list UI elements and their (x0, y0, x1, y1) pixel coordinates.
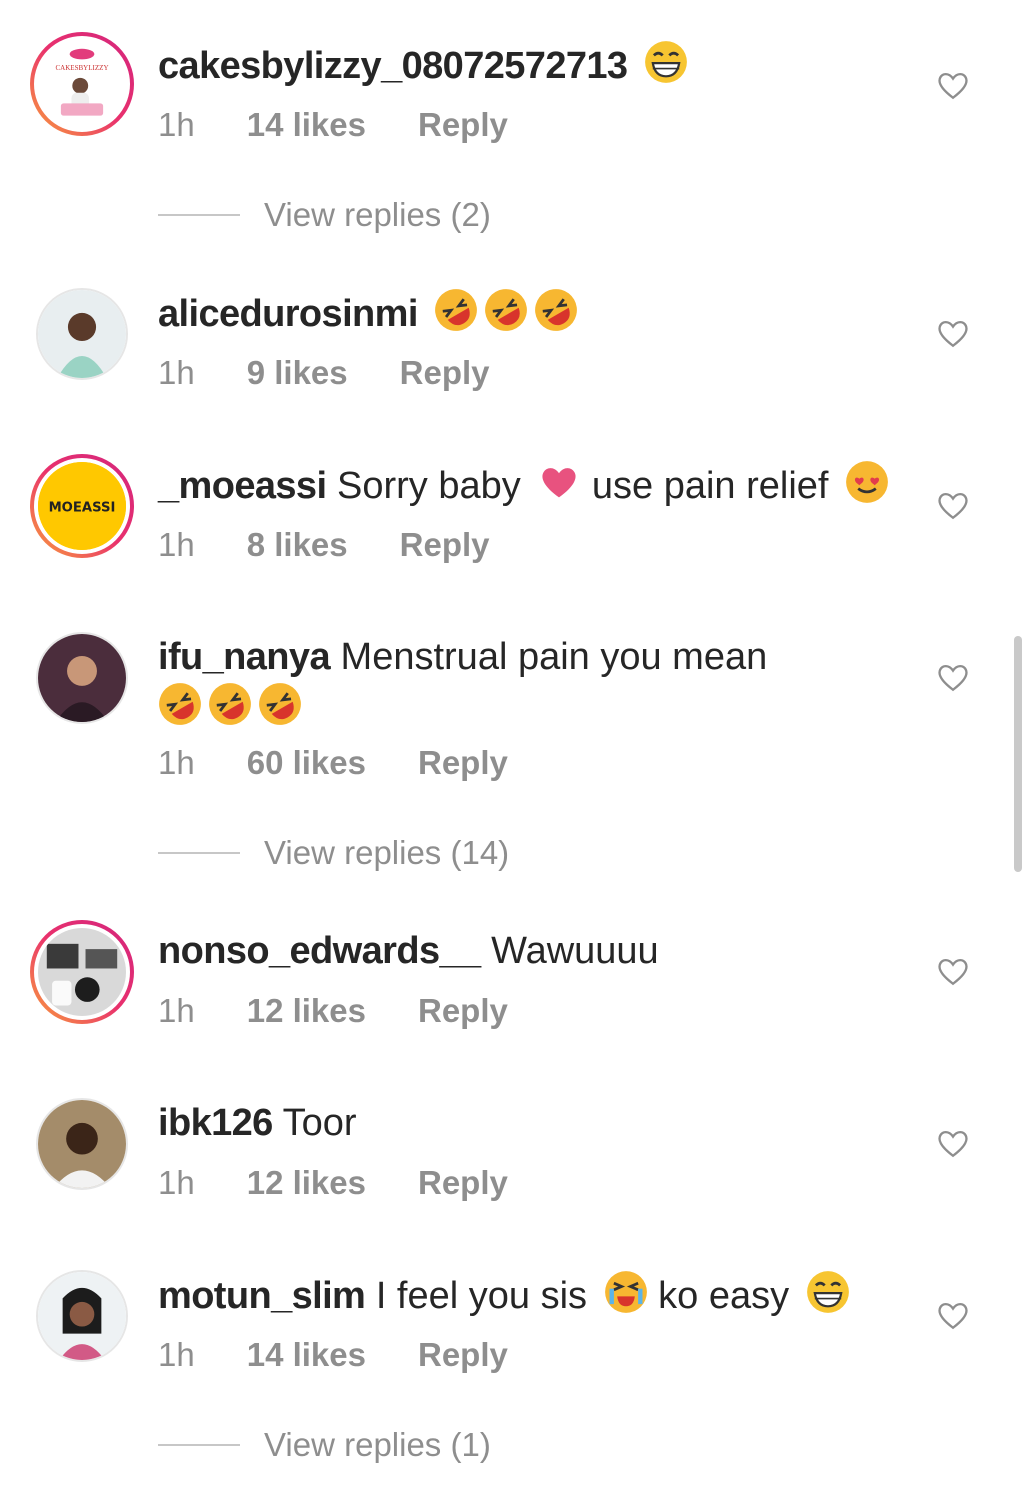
avatar[interactable] (36, 288, 128, 380)
grin-emoji-icon (806, 1271, 849, 1313)
avatar[interactable]: MOEASSI (30, 454, 134, 558)
view-replies-button[interactable]: View replies (1) (158, 1426, 491, 1464)
heart-outline-icon[interactable] (936, 488, 970, 522)
avatar[interactable] (36, 632, 128, 724)
reply-button[interactable]: Reply (400, 526, 490, 564)
likes-count[interactable]: 60 likes (247, 744, 366, 782)
reply-button[interactable]: Reply (418, 1164, 508, 1202)
comment-text: I feel you sis (375, 1275, 588, 1317)
comment-text: Menstrual pain you mean (340, 636, 768, 678)
comment-text-continued: ko easy (658, 1275, 790, 1317)
reply-button[interactable]: Reply (400, 354, 490, 392)
scrollbar[interactable] (1014, 636, 1022, 872)
avatar[interactable] (36, 1270, 128, 1362)
comment-text: Wawuuuu (491, 930, 659, 972)
comment-time: 1h (158, 1336, 195, 1373)
username[interactable]: _moeassi (158, 465, 327, 507)
username[interactable]: alicedurosinmi (158, 293, 418, 335)
reply-button[interactable]: Reply (418, 106, 508, 144)
username[interactable]: ifu_nanya (158, 636, 331, 678)
comment-text-continued: use pain relief (591, 465, 829, 507)
rofl-emoji-icon (435, 289, 478, 331)
heart-outline-icon[interactable] (936, 316, 970, 350)
avatar[interactable] (30, 920, 134, 1024)
svg-text:MOEASSI: MOEASSI (49, 500, 116, 515)
likes-count[interactable]: 12 likes (247, 1164, 366, 1202)
comment-time: 1h (158, 1164, 195, 1201)
avatar[interactable]: CAKESBYLIZZY (30, 32, 134, 136)
rofl-emoji-icon (535, 289, 578, 331)
comment-time: 1h (158, 744, 195, 781)
likes-count[interactable]: 14 likes (247, 106, 366, 144)
comment-time: 1h (158, 526, 195, 563)
rofl-emoji-icon (209, 683, 251, 725)
reply-button[interactable]: Reply (418, 1336, 508, 1374)
heart-outline-icon[interactable] (936, 1126, 970, 1160)
username[interactable]: cakesbylizzy_08072572713 (158, 45, 628, 87)
divider (158, 852, 240, 854)
heart-outline-icon[interactable] (936, 660, 970, 694)
comment-time: 1h (158, 992, 195, 1029)
username[interactable]: motun_slim (158, 1275, 366, 1317)
reply-button[interactable]: Reply (418, 744, 508, 782)
reply-button[interactable]: Reply (418, 992, 508, 1030)
divider (158, 1444, 240, 1446)
comment-text: Toor (282, 1102, 357, 1144)
heart-outline-icon[interactable] (936, 954, 970, 988)
grin-emoji-icon (645, 41, 687, 83)
crying-emoji-icon (604, 1271, 647, 1313)
username[interactable]: nonso_edwards__ (158, 930, 481, 972)
rofl-emoji-icon (485, 289, 528, 331)
view-replies-button[interactable]: View replies (14) (158, 834, 509, 872)
rofl-emoji-icon (259, 683, 301, 725)
likes-count[interactable]: 12 likes (247, 992, 366, 1030)
heart-outline-icon[interactable] (936, 68, 970, 102)
rofl-emoji-icon (159, 683, 201, 725)
view-replies-button[interactable]: View replies (2) (158, 196, 491, 234)
username[interactable]: ibk126 (158, 1102, 273, 1144)
heart-emoji-icon (542, 468, 576, 498)
comment-time: 1h (158, 106, 195, 143)
svg-text:CAKESBYLIZZY: CAKESBYLIZZY (55, 64, 108, 72)
comment-time: 1h (158, 354, 195, 391)
heart-outline-icon[interactable] (936, 1298, 970, 1332)
comment-text: Sorry baby (337, 465, 521, 507)
likes-count[interactable]: 14 likes (247, 1336, 366, 1374)
divider (158, 214, 240, 216)
avatar[interactable] (36, 1098, 128, 1190)
heart-eyes-emoji-icon (846, 461, 888, 503)
likes-count[interactable]: 8 likes (247, 526, 348, 564)
likes-count[interactable]: 9 likes (247, 354, 348, 392)
